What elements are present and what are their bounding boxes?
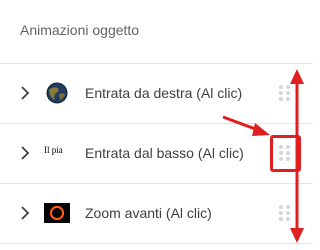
chevron-right-icon[interactable] — [18, 85, 32, 101]
animation-label: Entrata dal basso (Al clic) — [85, 145, 244, 161]
chevron-right-icon[interactable] — [18, 205, 32, 221]
panel-title: Animazioni oggetto — [20, 22, 140, 38]
divider — [0, 243, 313, 244]
animation-label: Entrata da destra (Al clic) — [85, 85, 243, 101]
animation-row-2[interactable]: Il pia Entrata dal basso (Al clic) — [0, 123, 313, 183]
globe-icon — [46, 82, 68, 104]
animation-label: Zoom avanti (Al clic) — [85, 205, 212, 221]
thumbnail-text: Il pia — [44, 145, 63, 155]
drag-handle-icon[interactable] — [279, 85, 291, 101]
animation-row-3[interactable]: Zoom avanti (Al clic) — [0, 183, 313, 243]
animation-row-1[interactable]: Entrata da destra (Al clic) — [0, 63, 313, 123]
text-thumbnail: Il pia — [44, 142, 70, 164]
annotation-highlight-box — [270, 135, 301, 172]
eclipse-icon — [44, 203, 70, 223]
chevron-right-icon[interactable] — [18, 145, 32, 161]
object-animations-panel: Animazioni oggetto Entrata da destra (Al… — [0, 0, 313, 250]
drag-handle-icon[interactable] — [279, 205, 291, 221]
